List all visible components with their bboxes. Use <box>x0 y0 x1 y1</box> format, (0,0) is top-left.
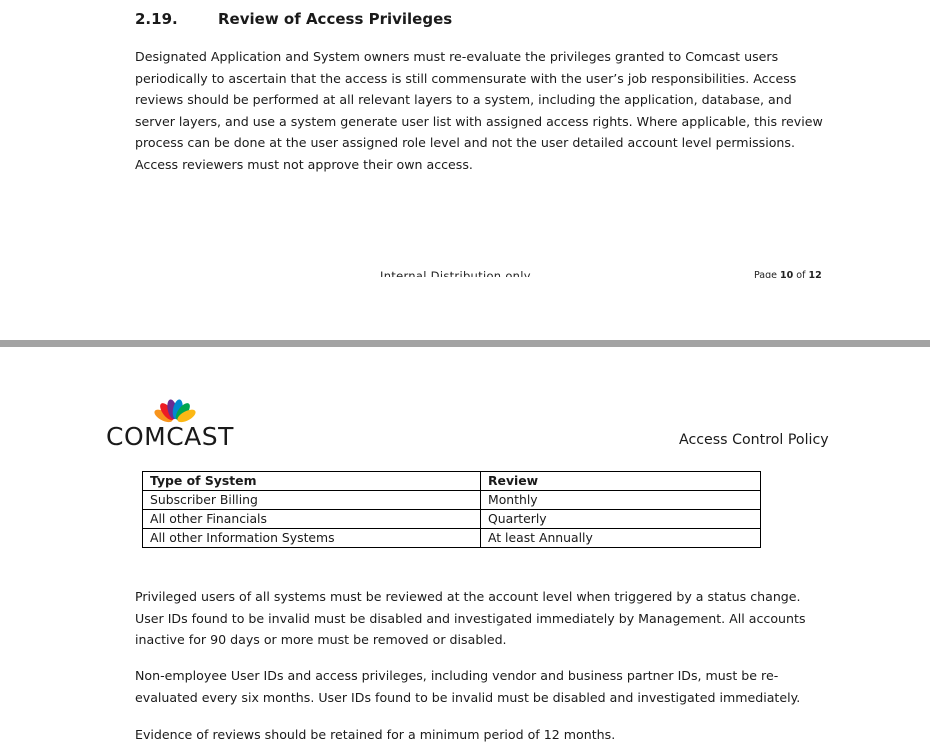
table-header-row: Type of System Review <box>142 471 761 491</box>
section-title: Review of Access Privileges <box>218 10 453 28</box>
table-cell-review: Monthly <box>480 490 761 510</box>
comcast-logo: COMCAST <box>106 398 246 452</box>
footer-page-number: Page 10 of 12 <box>754 270 822 278</box>
table-cell-system: Subscriber Billing <box>142 490 481 510</box>
table-row: All other Financials Quarterly <box>142 509 761 529</box>
column-header-review: Review <box>480 471 761 491</box>
table-row: Subscriber Billing Monthly <box>142 490 761 510</box>
page-divider <box>0 340 930 347</box>
table-row: All other Information Systems At least A… <box>142 528 761 548</box>
section-number: 2.19. <box>135 10 178 28</box>
table-cell-system: All other Information Systems <box>142 528 481 548</box>
body-paragraph: Non-employee User IDs and access privile… <box>135 668 801 705</box>
footer-distribution-label: Internal Distribution only <box>380 269 531 277</box>
review-schedule-table: Type of System Review Subscriber Billing… <box>142 471 761 548</box>
document-title: Access Control Policy <box>679 432 829 448</box>
table-cell-review: Quarterly <box>480 509 761 529</box>
peacock-icon <box>154 399 196 423</box>
document-page-top: 2.19. Review of Access Privileges Designa… <box>0 0 930 340</box>
section-heading: 2.19. Review of Access Privileges <box>135 10 452 28</box>
section-body-paragraph: Designated Application and System owners… <box>135 49 823 172</box>
table-cell-review: At least Annually <box>480 528 761 548</box>
table-cell-system: All other Financials <box>142 509 481 529</box>
logo-wordmark: COMCAST <box>106 422 234 451</box>
body-paragraph: Privileged users of all systems must be … <box>135 589 806 648</box>
body-paragraph: Evidence of reviews should be retained f… <box>135 727 616 742</box>
column-header-type: Type of System <box>142 471 481 491</box>
